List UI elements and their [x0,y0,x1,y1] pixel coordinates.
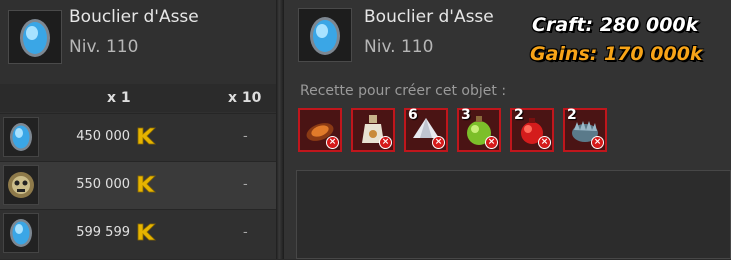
missing-icon: × [485,136,498,149]
blue-shield-icon [20,19,50,57]
column-x1: x 1 [107,90,131,106]
price-table-header: x 1 x 10 [0,84,276,112]
kama-icon [137,175,156,193]
ingredient-quantity: 2 [514,107,524,123]
row-item-icon [3,117,39,157]
ingredient-slot[interactable]: 3 × [457,107,501,152]
row-item-icon [3,213,39,253]
price-x10: - [243,225,248,240]
kama-icon [137,127,156,145]
gains-value: Gains: 170 000k [530,43,703,65]
blue-shield-icon [310,17,340,55]
price-x1: 599 599 [76,225,130,240]
item-level: Niv. 110 [364,37,434,57]
ingredient-quantity: 2 [567,107,577,123]
ingredient-slot[interactable]: 2 × [510,107,554,152]
panel-divider[interactable] [276,0,284,259]
recipe-label: Recette pour créer cet objet : [300,83,507,99]
price-x1: 550 000 [76,177,130,192]
kama-icon [137,223,156,241]
price-row[interactable]: 450 000 - [0,113,276,161]
craft-cost: Craft: 280 000k [532,14,699,36]
price-x10: - [243,177,248,192]
missing-icon: × [432,136,445,149]
missing-icon: × [591,136,604,149]
ingredient-slot[interactable]: × [298,108,342,152]
missing-icon: × [379,136,392,149]
blue-shield-icon [10,219,32,247]
ingredient-quantity: 3 [461,107,471,123]
item-header: Bouclier d'Asse Niv. 110 [0,0,276,76]
item-name: Bouclier d'Asse [69,7,199,27]
item-icon-frame [8,10,62,64]
price-row[interactable]: 550 000 - [0,161,276,209]
ingredient-slot[interactable]: 6 × [404,107,448,152]
marketplace-panel: Bouclier d'Asse Niv. 110 x 1 x 10 450 00… [0,0,276,259]
missing-icon: × [538,136,551,149]
row-item-icon [3,165,39,205]
ingredient-quantity: 6 [408,107,418,123]
price-x1: 450 000 [76,129,130,144]
price-row[interactable]: 599 599 - [0,209,276,260]
recipe-details-area [296,170,731,259]
item-icon-frame [298,8,352,62]
skull-mask-icon [8,172,34,198]
missing-icon: × [326,136,339,149]
blue-shield-icon [10,123,32,151]
ingredient-slot[interactable]: × [351,108,395,152]
item-level: Niv. 110 [69,37,139,57]
item-name: Bouclier d'Asse [364,7,494,27]
column-x10: x 10 [228,90,262,106]
price-x10: - [243,129,248,144]
ingredient-slot[interactable]: 2 × [563,107,607,152]
